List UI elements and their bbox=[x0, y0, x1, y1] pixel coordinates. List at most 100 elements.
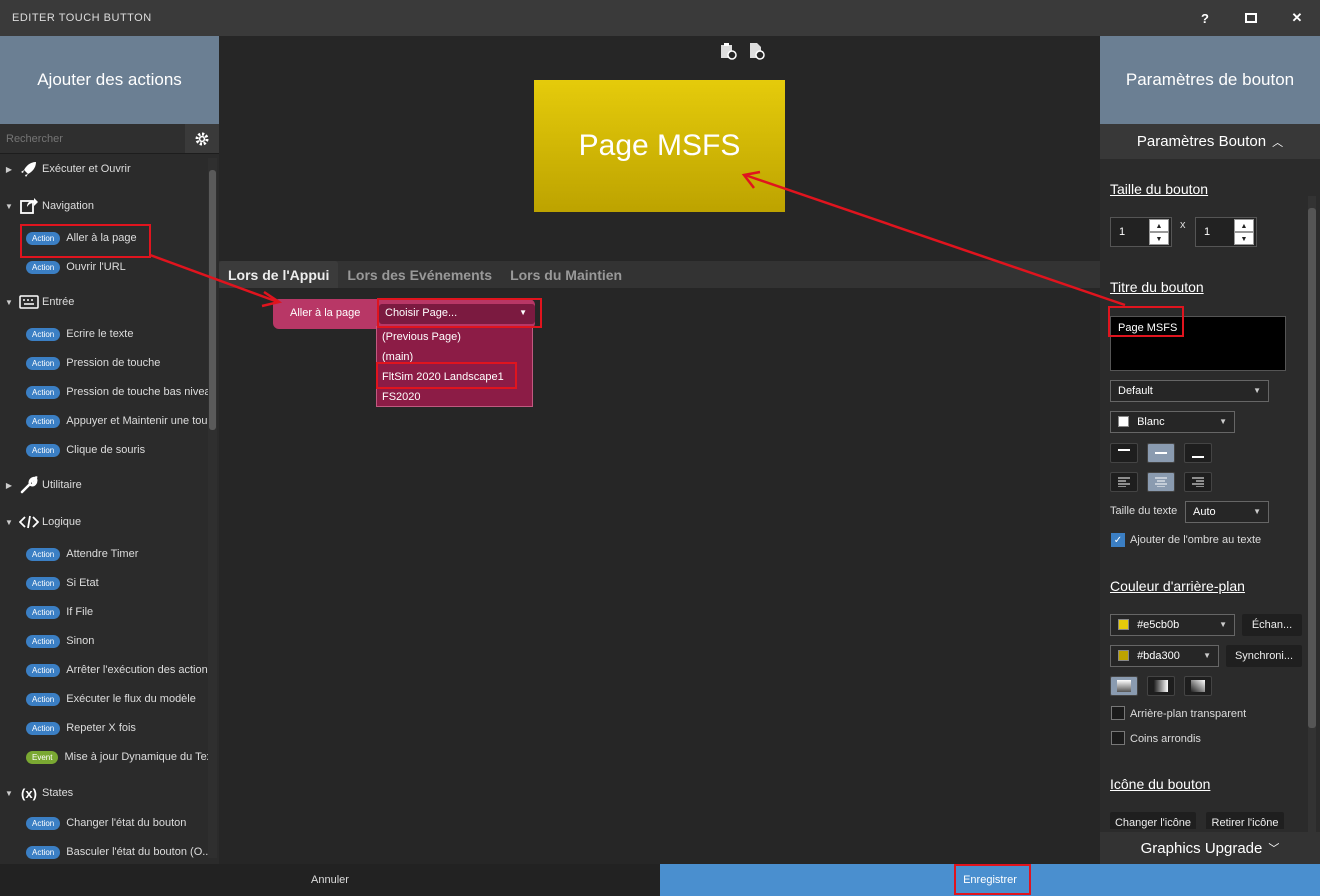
halign-center-button[interactable] bbox=[1147, 472, 1175, 492]
settings-button[interactable] bbox=[185, 124, 219, 153]
action-item-ecrire-texte[interactable]: Action Ecrire le texte bbox=[26, 324, 216, 344]
maximize-button[interactable] bbox=[1228, 0, 1274, 36]
action-item-basculer-etat[interactable]: Action Basculer l'état du bouton (O... bbox=[26, 842, 216, 862]
action-item-clique-souris[interactable]: Action Clique de souris bbox=[26, 440, 216, 460]
action-item-arreter[interactable]: Action Arrêter l'exécution des actions bbox=[26, 660, 216, 680]
actions-scrollbar[interactable] bbox=[208, 158, 217, 858]
dropdown-option[interactable]: (Previous Page) bbox=[377, 327, 532, 347]
text-size-select[interactable]: Auto ▼ bbox=[1185, 501, 1269, 523]
rounded-label: Coins arrondis bbox=[1130, 733, 1201, 745]
close-button[interactable]: ✕ bbox=[1274, 0, 1320, 36]
align-bottom-icon bbox=[1192, 456, 1204, 458]
gradient-solid-button[interactable] bbox=[1110, 676, 1138, 696]
dropdown-option[interactable]: (main) bbox=[377, 347, 532, 367]
text-size-value: Auto bbox=[1193, 506, 1216, 518]
bg-color2-select[interactable]: #bda300 ▼ bbox=[1110, 645, 1219, 667]
shadow-checkbox[interactable]: ✓ bbox=[1111, 533, 1125, 547]
halign-left-button[interactable] bbox=[1110, 472, 1138, 492]
category-entree[interactable]: ▼ Entrée bbox=[0, 289, 74, 315]
category-executer[interactable]: ▶ Exécuter et Ouvrir bbox=[0, 156, 131, 182]
category-navigation[interactable]: ▼ Navigation bbox=[0, 193, 94, 219]
change-icon-button[interactable]: Changer l'icône bbox=[1110, 812, 1196, 829]
valign-top-button[interactable] bbox=[1110, 443, 1138, 463]
variable-icon: (x) bbox=[21, 785, 37, 801]
graphics-upgrade-header[interactable]: Graphics Upgrade ﹀ bbox=[1100, 832, 1320, 864]
action-item-changer-etat[interactable]: Action Changer l'état du bouton bbox=[26, 813, 216, 833]
arrow-down-icon[interactable]: ▼ bbox=[1234, 232, 1254, 245]
tab-lors-maintien[interactable]: Lors du Maintien bbox=[501, 261, 631, 288]
action-item-repeter[interactable]: Action Repeter X fois bbox=[26, 718, 216, 738]
scrollbar-thumb[interactable] bbox=[209, 170, 216, 430]
page-dropdown: (Previous Page) (main) FltSim 2020 Lands… bbox=[376, 326, 533, 407]
search-input[interactable] bbox=[0, 124, 185, 153]
gradient-horizontal-button[interactable] bbox=[1147, 676, 1175, 696]
transparent-checkbox[interactable] bbox=[1111, 706, 1125, 720]
action-item-attendre-timer[interactable]: Action Attendre Timer bbox=[26, 544, 216, 564]
rounded-checkbox[interactable] bbox=[1111, 731, 1125, 745]
gradient-diagonal-button[interactable] bbox=[1184, 676, 1212, 696]
action-item-si-etat[interactable]: Action Si Etat bbox=[26, 573, 216, 593]
swap-colors-button[interactable]: Échan... bbox=[1242, 614, 1302, 636]
save-button[interactable]: Enregistrer bbox=[660, 864, 1320, 896]
action-badge: Action bbox=[26, 443, 61, 457]
button-preview[interactable]: Page MSFS bbox=[534, 80, 785, 212]
arrow-up-icon[interactable]: ▲ bbox=[1149, 219, 1169, 232]
gear-icon bbox=[195, 132, 209, 145]
width-spin[interactable]: ▲ ▼ bbox=[1149, 219, 1169, 245]
settings-scrollbar[interactable] bbox=[1308, 196, 1316, 864]
action-item-ouvrir-url[interactable]: Action Ouvrir l'URL bbox=[26, 257, 216, 277]
collapse-triangle-icon: ▼ bbox=[5, 517, 13, 527]
text-color-select[interactable]: Blanc ▼ bbox=[1110, 411, 1235, 433]
paste-icon[interactable] bbox=[719, 42, 737, 60]
halign-right-button[interactable] bbox=[1184, 472, 1212, 492]
dropdown-option[interactable]: FltSim 2020 Landscape1 bbox=[377, 367, 532, 387]
height-stepper[interactable]: 1 ▲ ▼ bbox=[1195, 217, 1257, 247]
caret-down-icon: ▼ bbox=[1253, 507, 1261, 516]
category-utilitaire[interactable]: ▶ Utilitaire bbox=[0, 472, 82, 498]
action-badge: Action bbox=[26, 576, 61, 590]
help-button[interactable]: ? bbox=[1182, 0, 1228, 36]
valign-middle-button[interactable] bbox=[1147, 443, 1175, 463]
category-label: Logique bbox=[42, 516, 82, 528]
category-logique[interactable]: ▼ Logique bbox=[0, 509, 81, 535]
bg-color1-select[interactable]: #e5cb0b ▼ bbox=[1110, 614, 1235, 636]
chevron-up-icon: ︿ bbox=[1272, 136, 1284, 149]
arrow-up-icon[interactable]: ▲ bbox=[1234, 219, 1254, 232]
action-label: Si Etat bbox=[66, 577, 99, 589]
subheader-label: Paramètres Bouton bbox=[1136, 133, 1267, 150]
action-item-if-file[interactable]: Action If File bbox=[26, 602, 216, 622]
title-textarea[interactable]: Page MSFS bbox=[1110, 316, 1286, 371]
action-badge: Action bbox=[26, 721, 61, 735]
action-label: Pression de touche bbox=[66, 357, 161, 369]
action-item-sinon[interactable]: Action Sinon bbox=[26, 631, 216, 651]
arrow-down-icon[interactable]: ▼ bbox=[1149, 232, 1169, 245]
width-stepper[interactable]: 1 ▲ ▼ bbox=[1110, 217, 1172, 247]
category-label: States bbox=[42, 787, 74, 799]
event-item-mise-a-jour[interactable]: Event Mise à jour Dynamique du Texte bbox=[26, 747, 216, 767]
valign-bottom-button[interactable] bbox=[1184, 443, 1212, 463]
action-item-pression-touche[interactable]: Action Pression de touche bbox=[26, 353, 216, 373]
font-select[interactable]: Default ▼ bbox=[1110, 380, 1269, 402]
action-label: Ouvrir l'URL bbox=[66, 261, 126, 273]
action-label: Arrêter l'exécution des actions bbox=[66, 664, 214, 676]
dropdown-option[interactable]: FS2020 bbox=[377, 387, 532, 407]
color-swatch bbox=[1118, 650, 1129, 661]
action-item-appuyer-maintenir[interactable]: Action Appuyer et Maintenir une touche bbox=[26, 411, 216, 431]
action-item-pression-bas-niveau[interactable]: Action Pression de touche bas niveau bbox=[26, 382, 216, 402]
remove-icon-button[interactable]: Retirer l'icône bbox=[1206, 812, 1284, 829]
category-states[interactable]: ▼ (x) States bbox=[0, 780, 73, 806]
cancel-button[interactable]: Annuler bbox=[0, 864, 660, 896]
sync-button[interactable]: Synchroni... bbox=[1226, 645, 1302, 667]
tab-lors-appui[interactable]: Lors de l'Appui bbox=[219, 261, 339, 288]
action-badge: Action bbox=[26, 634, 61, 648]
copy-icon[interactable] bbox=[747, 42, 765, 60]
window-title: EDITER TOUCH BUTTON bbox=[12, 12, 152, 24]
action-item-executer-flux[interactable]: Action Exécuter le flux du modèle bbox=[26, 689, 216, 709]
tab-lors-evenements[interactable]: Lors des Evénements bbox=[338, 261, 501, 288]
height-spin[interactable]: ▲ ▼ bbox=[1234, 219, 1254, 245]
settings-subheader[interactable]: Paramètres Bouton ︿ bbox=[1100, 124, 1320, 159]
scrollbar-thumb[interactable] bbox=[1308, 208, 1316, 728]
action-item-aller-page[interactable]: Action Aller à la page bbox=[26, 228, 216, 248]
page-select[interactable]: Choisir Page... ▼ bbox=[379, 304, 535, 324]
action-label: Changer l'état du bouton bbox=[66, 817, 187, 829]
